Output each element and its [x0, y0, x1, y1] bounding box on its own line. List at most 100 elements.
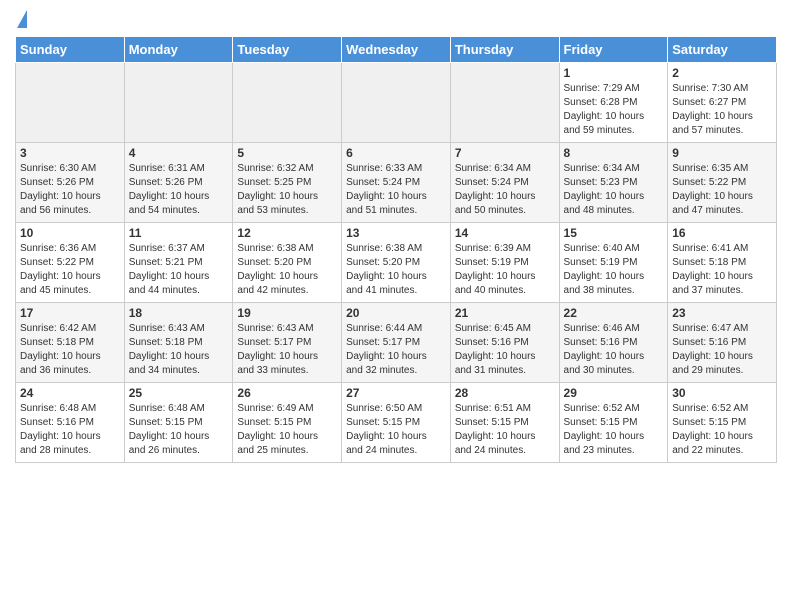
day-info: Sunrise: 6:38 AM Sunset: 5:20 PM Dayligh… [346, 242, 446, 298]
day-info: Sunrise: 6:45 AM Sunset: 5:16 PM Dayligh… [455, 322, 555, 378]
day-number: 22 [564, 306, 664, 320]
calendar-day-cell: 27Sunrise: 6:50 AM Sunset: 5:15 PM Dayli… [342, 383, 451, 463]
day-info: Sunrise: 6:34 AM Sunset: 5:24 PM Dayligh… [455, 162, 555, 218]
calendar-day-cell: 24 Sunrise: 6:48 AM Sunset: 5:16 PM Dayli… [16, 383, 125, 463]
calendar-day-cell: 7 Sunrise: 6:34 AM Sunset: 5:24 PM Daylig… [450, 143, 559, 223]
day-number: 25 [129, 386, 229, 400]
calendar-day-cell: 22 Sunrise: 6:46 AM Sunset: 5:16 PM Dayli… [559, 303, 668, 383]
day-number: 16 [672, 226, 772, 240]
day-number: 9 [672, 146, 772, 160]
logo-text [15, 10, 27, 28]
header [15, 10, 777, 28]
day-number: 7 [455, 146, 555, 160]
calendar-day-cell [16, 63, 125, 143]
day-number: 24 [20, 386, 120, 400]
calendar-day-cell: 10 Sunrise: 6:36 AM Sunset: 5:22 PM Dayli… [16, 223, 125, 303]
day-info: Sunrise: 6:37 AM Sunset: 5:21 PM Dayligh… [129, 242, 229, 298]
day-of-week-header: Saturday [668, 37, 777, 63]
day-number: 29 [564, 386, 664, 400]
calendar-day-cell: 2 Sunrise: 7:30 AM Sunset: 6:27 PM Daylig… [668, 63, 777, 143]
calendar-day-cell: 23 Sunrise: 6:47 AM Sunset: 5:16 PM Dayli… [668, 303, 777, 383]
calendar-day-cell: 25 Sunrise: 6:48 AM Sunset: 5:15 PM Dayli… [124, 383, 233, 463]
day-info: Sunrise: 6:52 AM Sunset: 5:15 PM Dayligh… [672, 402, 772, 458]
day-number: 18 [129, 306, 229, 320]
days-of-week-row: SundayMondayTuesdayWednesdayThursdayFrid… [16, 37, 777, 63]
day-info: Sunrise: 6:41 AM Sunset: 5:18 PM Dayligh… [672, 242, 772, 298]
calendar-day-cell: 17 Sunrise: 6:42 AM Sunset: 5:18 PM Dayli… [16, 303, 125, 383]
day-number: 17 [20, 306, 120, 320]
calendar-day-cell: 4 Sunrise: 6:31 AM Sunset: 5:26 PM Daylig… [124, 143, 233, 223]
day-info: Sunrise: 6:40 AM Sunset: 5:19 PM Dayligh… [564, 242, 664, 298]
day-number: 11 [129, 226, 229, 240]
calendar-body: 1 Sunrise: 7:29 AM Sunset: 6:28 PM Daylig… [16, 63, 777, 463]
day-number: 28 [455, 386, 555, 400]
calendar-week-row: 10 Sunrise: 6:36 AM Sunset: 5:22 PM Dayli… [16, 223, 777, 303]
day-number: 4 [129, 146, 229, 160]
calendar-day-cell [450, 63, 559, 143]
day-info: Sunrise: 6:46 AM Sunset: 5:16 PM Dayligh… [564, 322, 664, 378]
day-of-week-header: Wednesday [342, 37, 451, 63]
day-info: Sunrise: 6:33 AM Sunset: 5:24 PM Dayligh… [346, 162, 446, 218]
day-info: Sunrise: 6:35 AM Sunset: 5:22 PM Dayligh… [672, 162, 772, 218]
day-info: Sunrise: 6:36 AM Sunset: 5:22 PM Dayligh… [20, 242, 120, 298]
day-info: Sunrise: 6:47 AM Sunset: 5:16 PM Dayligh… [672, 322, 772, 378]
day-info: Sunrise: 6:50 AM Sunset: 5:15 PM Dayligh… [346, 402, 446, 458]
day-number: 14 [455, 226, 555, 240]
calendar-day-cell: 21 Sunrise: 6:45 AM Sunset: 5:16 PM Dayli… [450, 303, 559, 383]
day-number: 26 [237, 386, 337, 400]
calendar-day-cell: 11 Sunrise: 6:37 AM Sunset: 5:21 PM Dayli… [124, 223, 233, 303]
calendar: SundayMondayTuesdayWednesdayThursdayFrid… [15, 36, 777, 463]
day-info: Sunrise: 7:29 AM Sunset: 6:28 PM Dayligh… [564, 82, 664, 138]
day-number: 2 [672, 66, 772, 80]
day-info: Sunrise: 6:39 AM Sunset: 5:19 PM Dayligh… [455, 242, 555, 298]
day-of-week-header: Friday [559, 37, 668, 63]
calendar-day-cell: 29 Sunrise: 6:52 AM Sunset: 5:15 PM Dayli… [559, 383, 668, 463]
calendar-day-cell: 20 Sunrise: 6:44 AM Sunset: 5:17 PM Dayli… [342, 303, 451, 383]
calendar-week-row: 3 Sunrise: 6:30 AM Sunset: 5:26 PM Daylig… [16, 143, 777, 223]
day-info: Sunrise: 7:30 AM Sunset: 6:27 PM Dayligh… [672, 82, 772, 138]
page-container: SundayMondayTuesdayWednesdayThursdayFrid… [0, 0, 792, 473]
day-number: 3 [20, 146, 120, 160]
calendar-day-cell: 12Sunrise: 6:38 AM Sunset: 5:20 PM Dayli… [233, 223, 342, 303]
calendar-week-row: 24 Sunrise: 6:48 AM Sunset: 5:16 PM Dayli… [16, 383, 777, 463]
calendar-week-row: 1 Sunrise: 7:29 AM Sunset: 6:28 PM Daylig… [16, 63, 777, 143]
day-info: Sunrise: 6:52 AM Sunset: 5:15 PM Dayligh… [564, 402, 664, 458]
day-number: 8 [564, 146, 664, 160]
day-info: Sunrise: 6:43 AM Sunset: 5:18 PM Dayligh… [129, 322, 229, 378]
calendar-day-cell: 5 Sunrise: 6:32 AM Sunset: 5:25 PM Daylig… [233, 143, 342, 223]
calendar-week-row: 17 Sunrise: 6:42 AM Sunset: 5:18 PM Dayli… [16, 303, 777, 383]
calendar-day-cell: 8Sunrise: 6:34 AM Sunset: 5:23 PM Daylig… [559, 143, 668, 223]
day-number: 10 [20, 226, 120, 240]
day-info: Sunrise: 6:38 AM Sunset: 5:20 PM Dayligh… [237, 242, 337, 298]
day-info: Sunrise: 6:48 AM Sunset: 5:15 PM Dayligh… [129, 402, 229, 458]
day-of-week-header: Monday [124, 37, 233, 63]
day-number: 23 [672, 306, 772, 320]
calendar-day-cell: 18 Sunrise: 6:43 AM Sunset: 5:18 PM Dayli… [124, 303, 233, 383]
day-info: Sunrise: 6:42 AM Sunset: 5:18 PM Dayligh… [20, 322, 120, 378]
day-number: 5 [237, 146, 337, 160]
day-number: 20 [346, 306, 446, 320]
calendar-header: SundayMondayTuesdayWednesdayThursdayFrid… [16, 37, 777, 63]
day-of-week-header: Tuesday [233, 37, 342, 63]
calendar-day-cell: 6Sunrise: 6:33 AM Sunset: 5:24 PM Daylig… [342, 143, 451, 223]
day-info: Sunrise: 6:30 AM Sunset: 5:26 PM Dayligh… [20, 162, 120, 218]
day-info: Sunrise: 6:32 AM Sunset: 5:25 PM Dayligh… [237, 162, 337, 218]
calendar-day-cell: 19Sunrise: 6:43 AM Sunset: 5:17 PM Dayli… [233, 303, 342, 383]
day-info: Sunrise: 6:49 AM Sunset: 5:15 PM Dayligh… [237, 402, 337, 458]
day-number: 1 [564, 66, 664, 80]
calendar-day-cell: 15 Sunrise: 6:40 AM Sunset: 5:19 PM Dayli… [559, 223, 668, 303]
day-number: 13 [346, 226, 446, 240]
day-info: Sunrise: 6:48 AM Sunset: 5:16 PM Dayligh… [20, 402, 120, 458]
day-info: Sunrise: 6:51 AM Sunset: 5:15 PM Dayligh… [455, 402, 555, 458]
day-info: Sunrise: 6:43 AM Sunset: 5:17 PM Dayligh… [237, 322, 337, 378]
day-number: 30 [672, 386, 772, 400]
day-number: 15 [564, 226, 664, 240]
logo [15, 10, 27, 28]
calendar-day-cell: 3 Sunrise: 6:30 AM Sunset: 5:26 PM Daylig… [16, 143, 125, 223]
day-info: Sunrise: 6:31 AM Sunset: 5:26 PM Dayligh… [129, 162, 229, 218]
logo-triangle-icon [17, 10, 27, 28]
calendar-day-cell [233, 63, 342, 143]
day-info: Sunrise: 6:44 AM Sunset: 5:17 PM Dayligh… [346, 322, 446, 378]
calendar-day-cell: 26 Sunrise: 6:49 AM Sunset: 5:15 PM Dayli… [233, 383, 342, 463]
day-number: 21 [455, 306, 555, 320]
